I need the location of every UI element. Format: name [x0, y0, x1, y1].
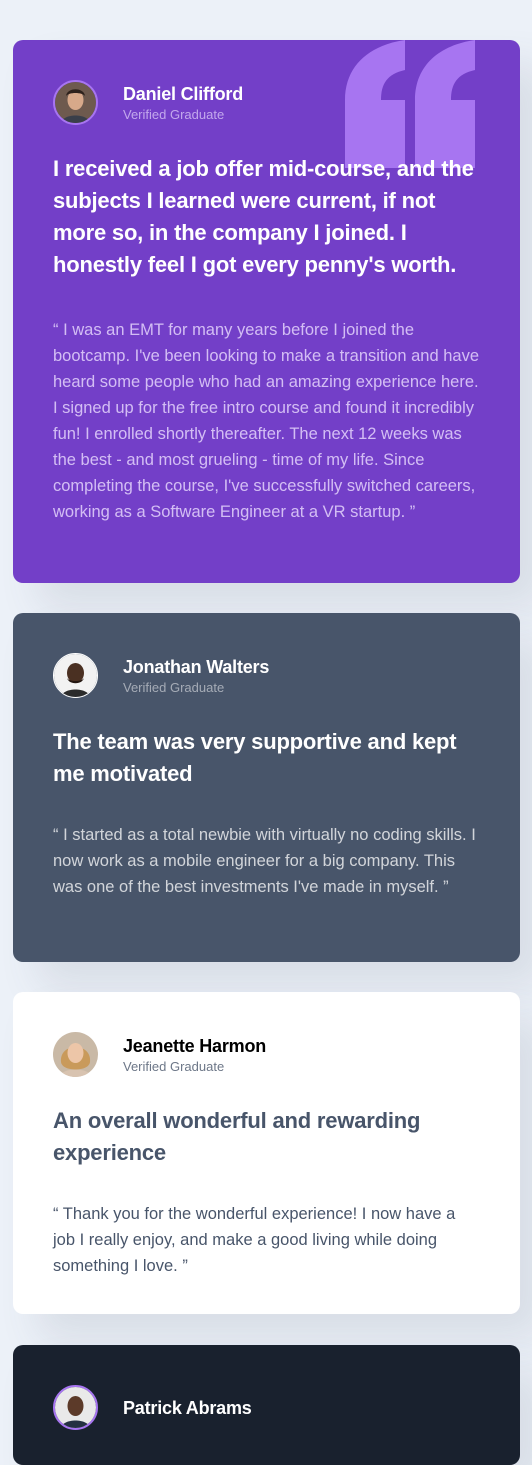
author-name: Jeanette Harmon	[123, 1035, 267, 1056]
testimonial-card-patrick: Patrick Abrams	[13, 1345, 520, 1465]
testimonial-card-jonathan: Jonathan Walters Verified Graduate The t…	[13, 613, 520, 962]
card-header: Daniel Clifford Verified Graduate	[53, 80, 480, 125]
author-name: Daniel Clifford	[123, 83, 244, 104]
testimonial-title: I received a job offer mid-course, and t…	[53, 156, 474, 277]
testimonial-card-daniel: Daniel Clifford Verified Graduate I rece…	[13, 40, 520, 583]
card-header: Jonathan Walters Verified Graduate	[53, 653, 480, 698]
author-name: Jonathan Walters	[123, 656, 270, 677]
testimonial-quote: “ I started as a total newbie with virtu…	[53, 826, 476, 896]
card-header: Jeanette Harmon Verified Graduate	[53, 1032, 480, 1077]
avatar	[53, 1032, 98, 1077]
avatar	[53, 80, 98, 125]
testimonial-quote: “ I was an EMT for many years before I j…	[53, 321, 480, 521]
testimonial-card-jeanette: Jeanette Harmon Verified Graduate An ove…	[13, 992, 520, 1314]
testimonial-title: The team was very supportive and kept me…	[53, 729, 457, 786]
author-role: Verified Graduate	[123, 1058, 225, 1074]
author-role: Verified Graduate	[123, 106, 225, 122]
avatar	[53, 653, 98, 698]
testimonial-quote: “ Thank you for the wonderful experience…	[53, 1205, 456, 1275]
author-role: Verified Graduate	[123, 679, 225, 695]
testimonial-title: An overall wonderful and rewarding exper…	[53, 1108, 421, 1165]
